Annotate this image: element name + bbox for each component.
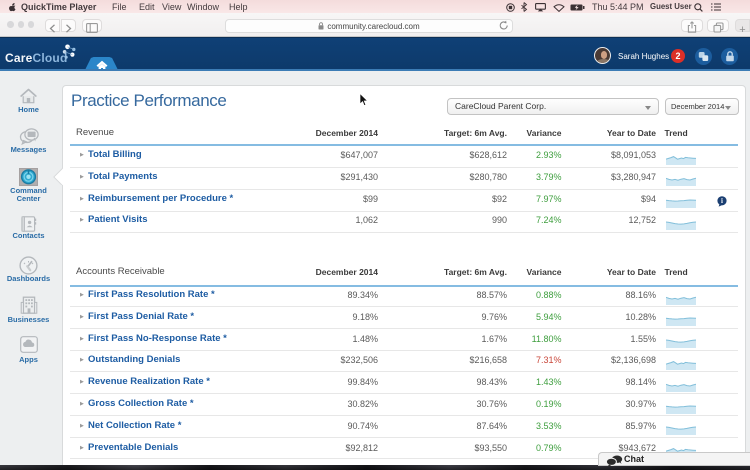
svg-text:i: i — [721, 197, 723, 205]
